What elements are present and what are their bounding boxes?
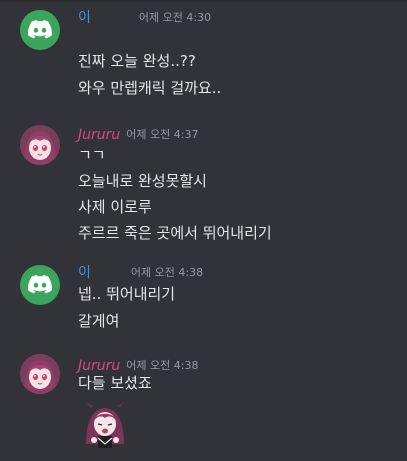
message-line: 넵.. 뛰어내리기 [78, 285, 176, 303]
message-header: 이 어제 오전 4:38 [78, 262, 203, 282]
discord-logo-icon [28, 275, 52, 294]
avatar[interactable] [20, 125, 60, 165]
redacted-name [95, 13, 133, 23]
avatar[interactable] [20, 265, 60, 305]
message-line: 오늘내로 완성못할시 [78, 172, 207, 190]
message-line: ㄱㄱ [78, 146, 106, 164]
redacted-name [95, 268, 125, 278]
username[interactable]: Jururu [78, 127, 120, 143]
message-line: 갈게여 [78, 312, 120, 330]
timestamp[interactable]: 어제 오전 4:30 [139, 11, 211, 24]
message-line: 사제 이로루 [78, 198, 152, 216]
avatar[interactable] [20, 10, 60, 50]
message-line: 다들 보셨죠 [78, 374, 152, 392]
discord-logo-icon [28, 20, 52, 39]
message-header: Jururu 어제 오전 4:37 [78, 124, 198, 144]
top-divider [0, 0, 407, 2]
anime-girl-sticker[interactable] [80, 400, 130, 452]
sticker-icon [86, 402, 124, 448]
anime-girl-avatar [20, 354, 60, 394]
message-header: 이 어제 오전 4:30 [78, 7, 211, 27]
message-line: 진짜 오늘 완성..?? [78, 52, 196, 70]
avatar[interactable] [20, 354, 60, 394]
message-line: 주르르 죽은 곳에서 뛰어내리기 [78, 224, 272, 242]
timestamp[interactable]: 어제 오전 4:37 [126, 128, 198, 141]
username[interactable]: 이 [78, 10, 91, 26]
timestamp[interactable]: 어제 오전 4:38 [126, 359, 198, 372]
timestamp[interactable]: 어제 오전 4:38 [131, 266, 203, 279]
username[interactable]: 이 [78, 265, 91, 281]
anime-girl-avatar [20, 125, 60, 165]
message-line: 와우 만렙캐릭 걸까요.. [78, 79, 222, 97]
